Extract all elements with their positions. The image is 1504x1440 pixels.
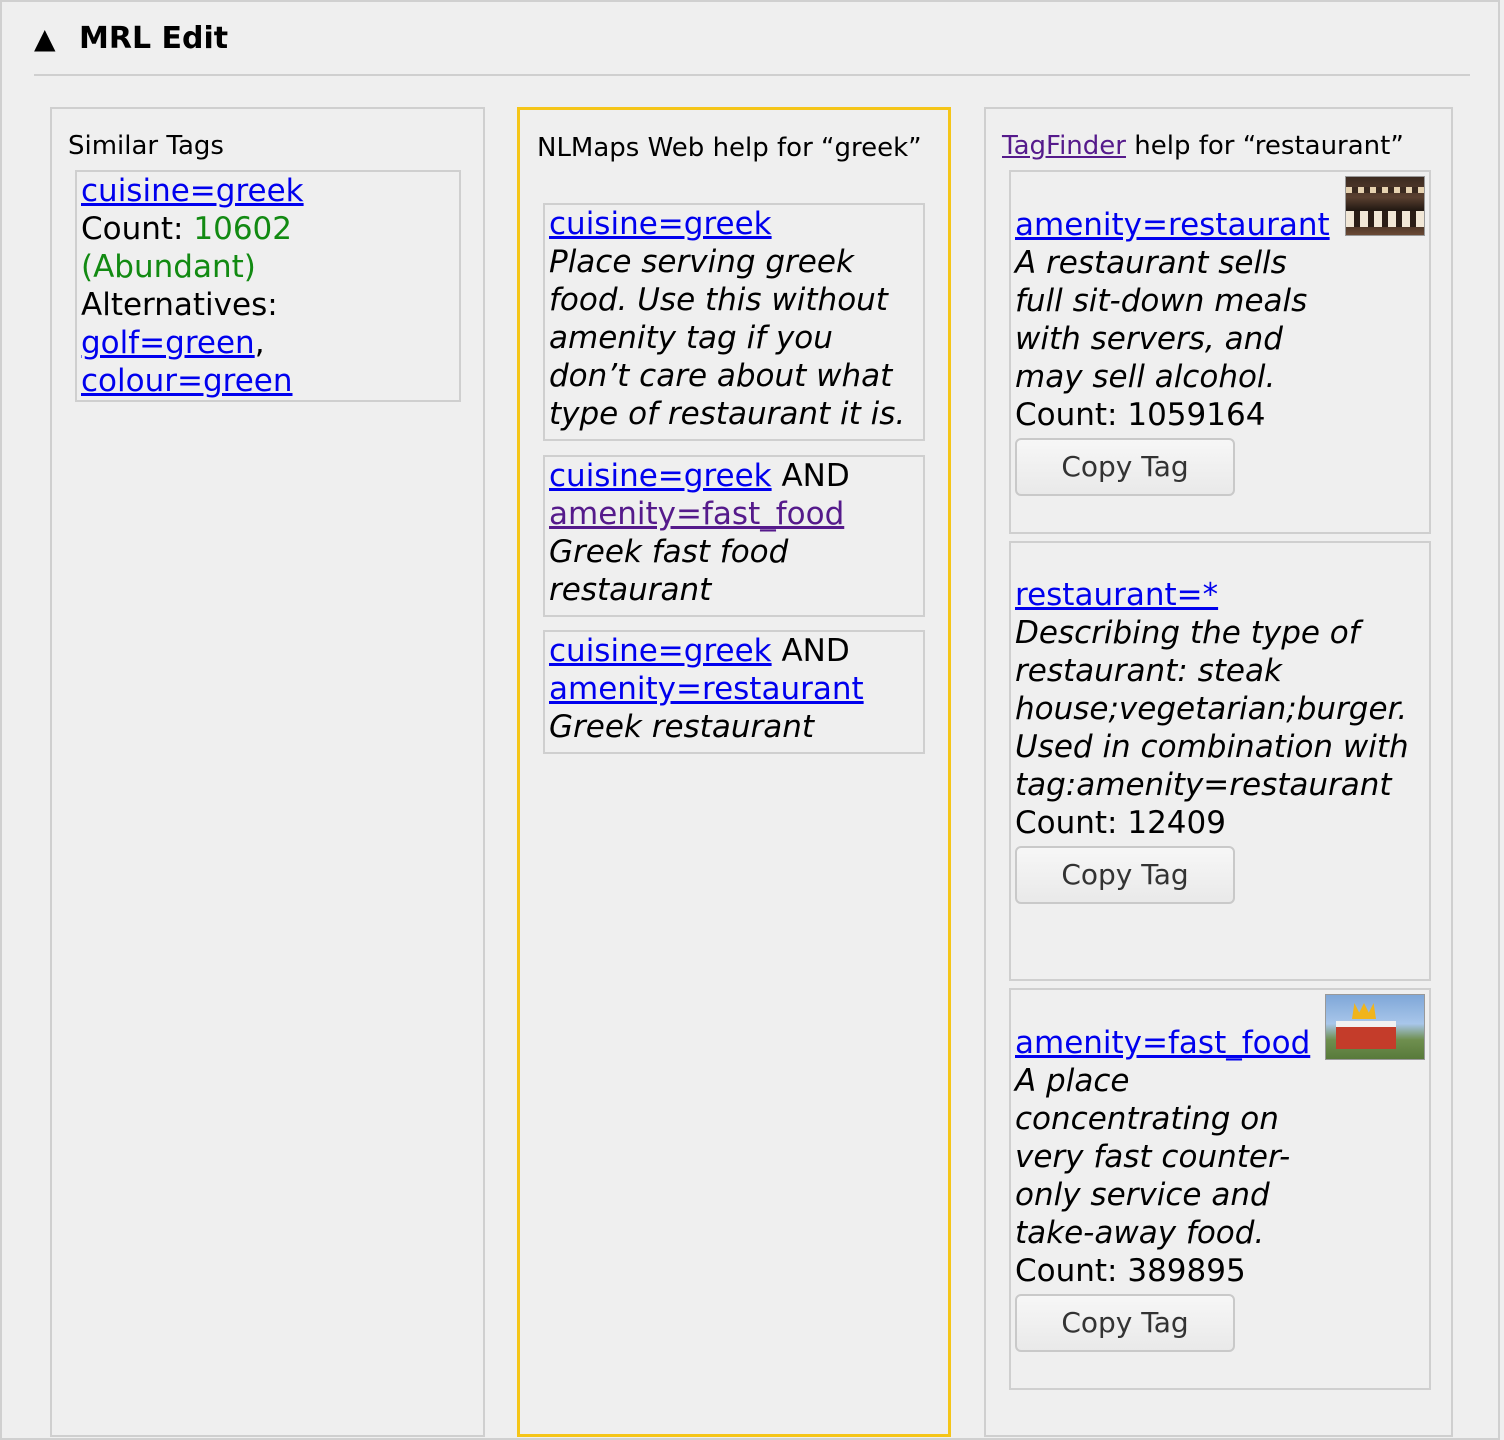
copy-tag-button[interactable]: Copy Tag (1015, 1294, 1235, 1352)
mrl-edit-header[interactable]: ▲ MRL Edit (34, 18, 1470, 76)
help-tag2-link[interactable]: amenity=fast_food (549, 496, 844, 532)
help-tag-link[interactable]: cuisine=greek (549, 206, 772, 242)
tagfinder-description: A restaurant sells full sit-down meals w… (1015, 245, 1308, 395)
help-description: Greek restaurant (549, 709, 815, 745)
tagfinder-card: amenity=fast_food A place concentrating … (1009, 988, 1431, 1390)
alternative-separator: , (254, 325, 265, 361)
alternative-link-colour[interactable]: colour=green (81, 363, 293, 399)
nlmaps-help-title: NLMaps Web help for “greek” (537, 133, 922, 163)
help-item: cuisine=greek AND amenity=restaurant Gre… (543, 630, 925, 754)
count-value: 10602 (193, 211, 292, 247)
tagfinder-count: Count: 12409 (1015, 805, 1226, 841)
tagfinder-link[interactable]: TagFinder (1002, 131, 1126, 161)
tagfinder-card: amenity=restaurant A restaurant sells fu… (1009, 170, 1431, 534)
tagfinder-card: restaurant=* Describing the type of rest… (1009, 541, 1431, 981)
help-tag2-link[interactable]: amenity=restaurant (549, 671, 864, 707)
copy-tag-button[interactable]: Copy Tag (1015, 846, 1235, 904)
collapse-triangle-icon[interactable]: ▲ (34, 22, 56, 56)
count-status: (Abundant) (81, 249, 256, 285)
tagfinder-help-panel: TagFinder help for “restaurant” amenity=… (984, 107, 1453, 1437)
tagfinder-description: A place concentrating on very fast count… (1015, 1063, 1291, 1251)
help-item: cuisine=greek AND amenity=fast_food Gree… (543, 455, 925, 617)
help-description: Place serving greek food. Use this witho… (549, 244, 906, 432)
help-item: cuisine=greek Place serving greek food. … (543, 203, 925, 441)
tagfinder-description: Describing the type of restaurant: steak… (1015, 615, 1409, 803)
tagfinder-tag-link[interactable]: amenity=fast_food (1015, 1025, 1310, 1061)
help-tag-link[interactable]: cuisine=greek (549, 633, 772, 669)
similar-tag-link[interactable]: cuisine=greek (81, 173, 304, 209)
copy-tag-button[interactable]: Copy Tag (1015, 438, 1235, 496)
section-title: MRL Edit (79, 21, 229, 56)
tagfinder-tag-link[interactable]: amenity=restaurant (1015, 207, 1330, 243)
tagfinder-tag-link[interactable]: restaurant=* (1015, 577, 1218, 613)
alternatives-label: Alternatives: (81, 287, 278, 323)
and-operator: AND (781, 458, 850, 494)
and-operator: AND (781, 633, 850, 669)
count-label: Count: (81, 211, 184, 247)
help-description: Greek fast food restaurant (549, 534, 789, 608)
tagfinder-count: Count: 389895 (1015, 1253, 1246, 1289)
tagfinder-help-title: TagFinder help for “restaurant” (1002, 130, 1404, 162)
similar-tags-title: Similar Tags (68, 131, 224, 161)
alternative-link-golf[interactable]: golf=green (81, 325, 255, 361)
similar-tags-panel: Similar Tags cuisine=greek Count: 10602 … (50, 107, 485, 1437)
help-tag-link[interactable]: cuisine=greek (549, 458, 772, 494)
tagfinder-title-text: help for “restaurant” (1125, 131, 1404, 161)
tagfinder-count: Count: 1059164 (1015, 397, 1266, 433)
nlmaps-help-panel: NLMaps Web help for “greek” cuisine=gree… (517, 107, 951, 1437)
similar-tag-box: cuisine=greek Count: 10602 (Abundant) Al… (75, 170, 461, 402)
